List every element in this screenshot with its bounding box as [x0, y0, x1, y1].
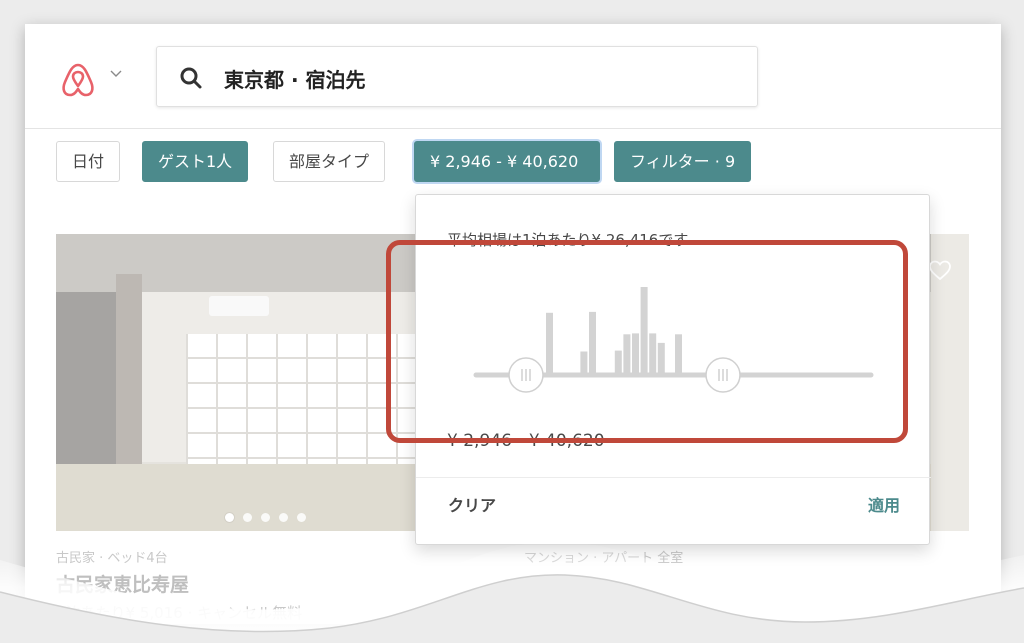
search-icon [180, 67, 202, 89]
price-filter-button[interactable]: ¥ 2,946 - ¥ 40,620 [414, 141, 600, 182]
torn-edge-decoration [0, 541, 1024, 643]
heart-icon[interactable] [928, 258, 952, 282]
date-filter-button[interactable]: 日付 [56, 141, 121, 182]
chevron-down-icon[interactable] [109, 67, 123, 81]
search-bar[interactable]: 東京都 · 宿泊先 [156, 46, 758, 107]
airbnb-logo-icon[interactable] [58, 60, 98, 100]
annotation-highlight [386, 240, 908, 443]
top-header: 東京都 · 宿泊先 [25, 24, 1001, 129]
more-filters-button[interactable]: フィルター · 9 [614, 141, 752, 182]
guests-filter-button[interactable]: ゲスト1人 [142, 141, 249, 182]
search-input[interactable]: 東京都 · 宿泊先 [224, 64, 366, 93]
room-type-filter-button[interactable]: 部屋タイプ [273, 141, 386, 182]
